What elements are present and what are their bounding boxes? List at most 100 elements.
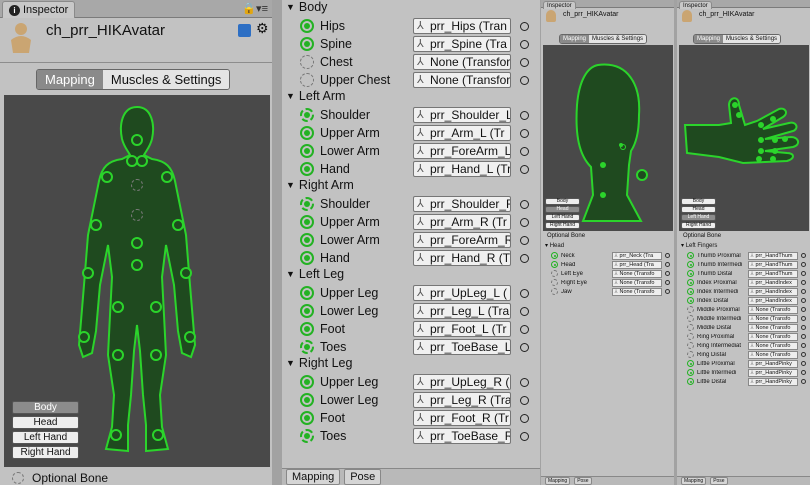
bone-status-icon[interactable] [687, 351, 694, 358]
bone-status-icon[interactable] [300, 55, 314, 69]
transform-field[interactable]: None (Transfo [612, 269, 663, 278]
tab-muscles-settings[interactable]: Muscles & Settings [589, 35, 647, 43]
bone-status-icon[interactable] [687, 252, 694, 259]
object-picker-icon[interactable] [801, 334, 806, 339]
bone-status-icon[interactable] [687, 297, 694, 304]
transform-field[interactable]: prr_ForeArm_L [413, 143, 511, 159]
bone-marker[interactable] [131, 209, 143, 221]
transform-field[interactable]: prr_HandThum [748, 251, 799, 260]
transform-field[interactable]: prr_Hand_L (Tr [413, 161, 511, 177]
transform-field[interactable]: prr_HandThum [748, 260, 799, 269]
bone-status-icon[interactable] [300, 286, 314, 300]
transform-field[interactable]: None (Transfo [748, 323, 799, 332]
inspector-tab[interactable]: Inspector [543, 1, 576, 9]
bone-marker[interactable] [161, 171, 173, 183]
bone-status-icon[interactable] [300, 215, 314, 229]
bone-status-icon[interactable] [300, 429, 314, 443]
transform-field[interactable]: prr_Shoulder_L [413, 107, 511, 123]
object-picker-icon[interactable] [520, 253, 529, 263]
object-picker-icon[interactable] [520, 21, 529, 31]
transform-field[interactable]: None (Transfo [612, 278, 663, 287]
bone-status-icon[interactable] [300, 251, 314, 265]
transform-field[interactable]: prr_Spine (Tra [413, 36, 511, 52]
right-hand-button[interactable]: Right Hand [12, 446, 79, 459]
object-picker-icon[interactable] [520, 324, 529, 334]
bone-status-icon[interactable] [687, 360, 694, 367]
bone-status-icon[interactable] [687, 378, 694, 385]
bone-marker[interactable] [131, 179, 143, 191]
bone-status-icon[interactable] [687, 279, 694, 286]
gear-icon[interactable]: ⚙ [256, 20, 269, 37]
bone-status-icon[interactable] [300, 375, 314, 389]
bone-status-icon[interactable] [687, 369, 694, 376]
head-button[interactable]: Head [545, 206, 580, 213]
bone-status-icon[interactable] [300, 108, 314, 122]
head-button[interactable]: Head [681, 206, 716, 213]
transform-field[interactable]: prr_HandIndex [748, 278, 799, 287]
transform-field[interactable]: prr_HandPinky [748, 368, 799, 377]
transform-field[interactable]: None (Transfo [612, 287, 663, 296]
bone-marker[interactable] [180, 267, 192, 279]
transform-field[interactable]: prr_Neck (Tra [612, 251, 663, 260]
object-picker-icon[interactable] [520, 39, 529, 49]
transform-field[interactable]: prr_ToeBase_L [413, 339, 511, 355]
bone-marker[interactable] [90, 219, 102, 231]
object-picker-icon[interactable] [520, 57, 529, 67]
group-header[interactable]: ▼ Right Arm [286, 178, 354, 192]
bone-status-icon[interactable] [687, 270, 694, 277]
bone-status-icon[interactable] [687, 315, 694, 322]
transform-field[interactable]: prr_Foot_R (Tr [413, 410, 511, 426]
transform-field[interactable]: None (Transfo [748, 341, 799, 350]
group-head-header[interactable]: ▾ Head [545, 242, 564, 249]
object-picker-icon[interactable] [665, 262, 670, 267]
transform-field[interactable]: prr_HandPinky [748, 377, 799, 386]
bone-marker[interactable] [152, 429, 164, 441]
bone-status-icon[interactable] [551, 279, 558, 286]
bone-marker[interactable] [172, 219, 184, 231]
transform-field[interactable]: prr_Foot_L (Tr [413, 321, 511, 337]
inspector-tab[interactable]: i Inspector [2, 1, 76, 18]
object-picker-icon[interactable] [520, 342, 529, 352]
bone-status-icon[interactable] [300, 340, 314, 354]
object-picker-icon[interactable] [801, 298, 806, 303]
bone-marker[interactable] [112, 349, 124, 361]
bone-marker[interactable] [112, 301, 124, 313]
bone-status-icon[interactable] [300, 73, 314, 87]
bone-status-icon[interactable] [551, 288, 558, 295]
body-button[interactable]: Body [681, 198, 716, 205]
transform-field[interactable]: None (Transfo [748, 314, 799, 323]
transform-field[interactable]: None (Transfo [748, 332, 799, 341]
group-header[interactable]: ▼ Right Leg [286, 356, 352, 370]
object-picker-icon[interactable] [520, 306, 529, 316]
transform-field[interactable]: prr_Leg_L (Tra [413, 303, 511, 319]
bone-marker[interactable] [131, 259, 143, 271]
tab-mapping[interactable]: Mapping [694, 35, 724, 43]
object-picker-icon[interactable] [520, 288, 529, 298]
object-picker-icon[interactable] [665, 289, 670, 294]
transform-field[interactable]: prr_Hand_R (Tr [413, 250, 511, 266]
bone-status-icon[interactable] [300, 144, 314, 158]
transform-field[interactable]: prr_Arm_L (Tr [413, 125, 511, 141]
tab-muscles-settings[interactable]: Muscles & Settings [723, 35, 781, 43]
transform-field[interactable]: prr_HandIndex [748, 287, 799, 296]
bone-status-icon[interactable] [300, 19, 314, 33]
transform-field[interactable]: prr_ToeBase_R [413, 428, 511, 444]
pose-dropdown[interactable]: Pose [574, 477, 592, 485]
transform-field[interactable]: prr_UpLeg_R ( [413, 374, 511, 390]
object-picker-icon[interactable] [801, 361, 806, 366]
bone-status-icon[interactable] [300, 162, 314, 176]
bone-marker[interactable] [131, 237, 143, 249]
transform-field[interactable]: prr_UpLeg_L ( [413, 285, 511, 301]
object-picker-icon[interactable] [520, 377, 529, 387]
bone-status-icon[interactable] [551, 270, 558, 277]
bone-status-icon[interactable] [687, 306, 694, 313]
bone-status-icon[interactable] [687, 324, 694, 331]
object-picker-icon[interactable] [801, 262, 806, 267]
object-picker-icon[interactable] [520, 110, 529, 120]
transform-field[interactable]: None (Transfo [748, 305, 799, 314]
transform-field[interactable]: None (Transfor [413, 54, 511, 70]
bone-marker[interactable] [110, 429, 122, 441]
bone-status-icon[interactable] [687, 288, 694, 295]
transform-field[interactable]: None (Transfor [413, 72, 511, 88]
right-hand-button[interactable]: Right Hand [545, 222, 580, 229]
